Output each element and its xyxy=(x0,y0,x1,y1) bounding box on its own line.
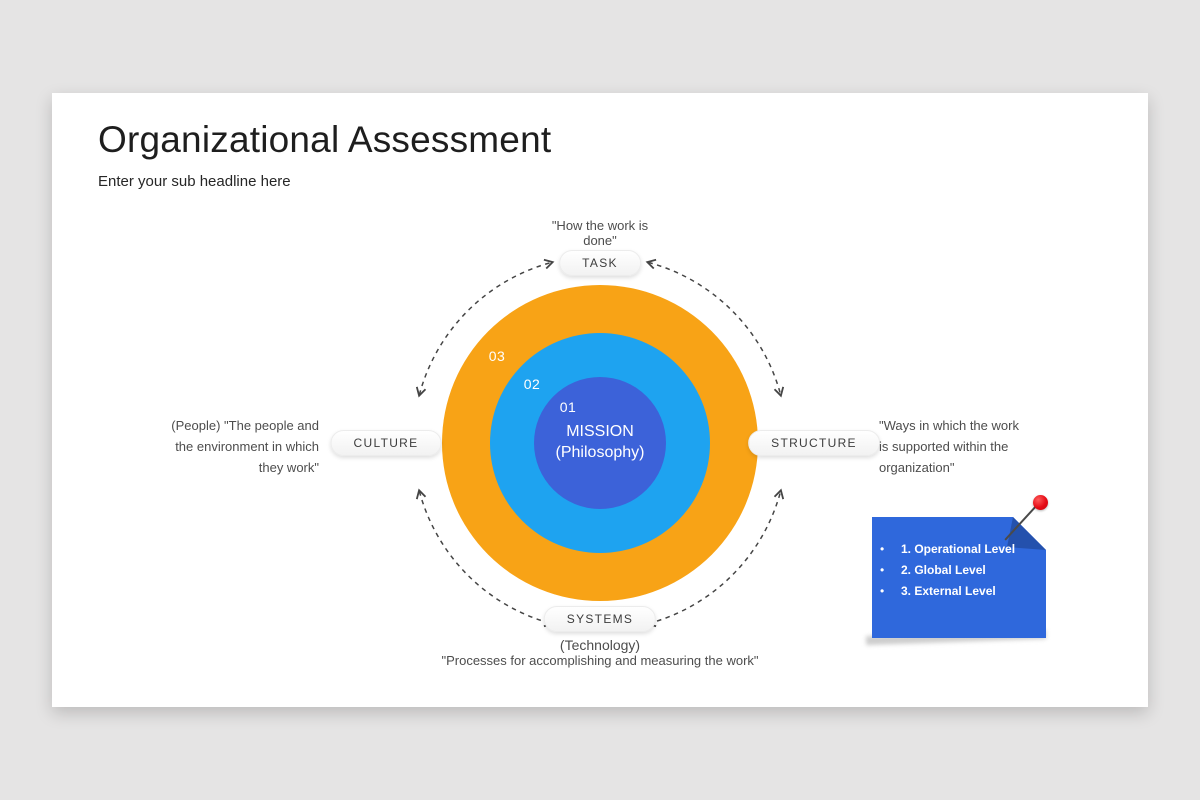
systems-desc-line2: "Processes for accomplishing and measuri… xyxy=(441,653,759,668)
sticky-note: 1. Operational Level 2. Global Level 3. … xyxy=(865,495,1048,646)
note-level-list: 1. Operational Level 2. Global Level 3. … xyxy=(878,543,1043,606)
culture-desc-line1: (People) "The people and xyxy=(171,418,319,433)
task-description: "How the work is done" xyxy=(520,218,680,248)
pill-systems: SYSTEMS xyxy=(543,606,657,632)
note-item-1: 1. Operational Level xyxy=(878,543,1043,555)
task-desc-line2: done" xyxy=(583,233,617,248)
arc-bottom-right xyxy=(645,488,785,628)
presentation-slide: Organizational Assessment Enter your sub… xyxy=(52,93,1148,707)
page-background: { "slide": { "title": "Organizational As… xyxy=(0,0,1200,800)
pushpin-icon xyxy=(1033,495,1048,510)
pill-task: TASK xyxy=(559,250,641,276)
arc-top-right xyxy=(645,258,785,398)
task-desc-line1: "How the work is xyxy=(551,218,649,233)
structure-description: "Ways in which the work is supported wit… xyxy=(879,415,1059,478)
note-item-2: 2. Global Level xyxy=(878,564,1043,576)
culture-description: (People) "The people and the environment… xyxy=(159,415,319,478)
culture-desc-line2: the environment in which xyxy=(175,439,319,454)
systems-desc-line1: (Technology) xyxy=(559,637,641,653)
structure-desc-line2: is supported within the xyxy=(879,439,1009,454)
pill-culture: CULTURE xyxy=(330,430,442,456)
pill-structure: STRUCTURE xyxy=(748,430,880,456)
arc-bottom-left xyxy=(415,488,555,628)
culture-desc-line3: they work" xyxy=(258,460,319,475)
structure-desc-line3: organization" xyxy=(879,460,955,475)
structure-desc-line1: "Ways in which the work xyxy=(879,418,1019,433)
systems-description: (Technology) "Processes for accomplishin… xyxy=(400,637,800,669)
note-item-3: 3. External Level xyxy=(878,585,1043,597)
arc-top-left xyxy=(415,258,555,398)
